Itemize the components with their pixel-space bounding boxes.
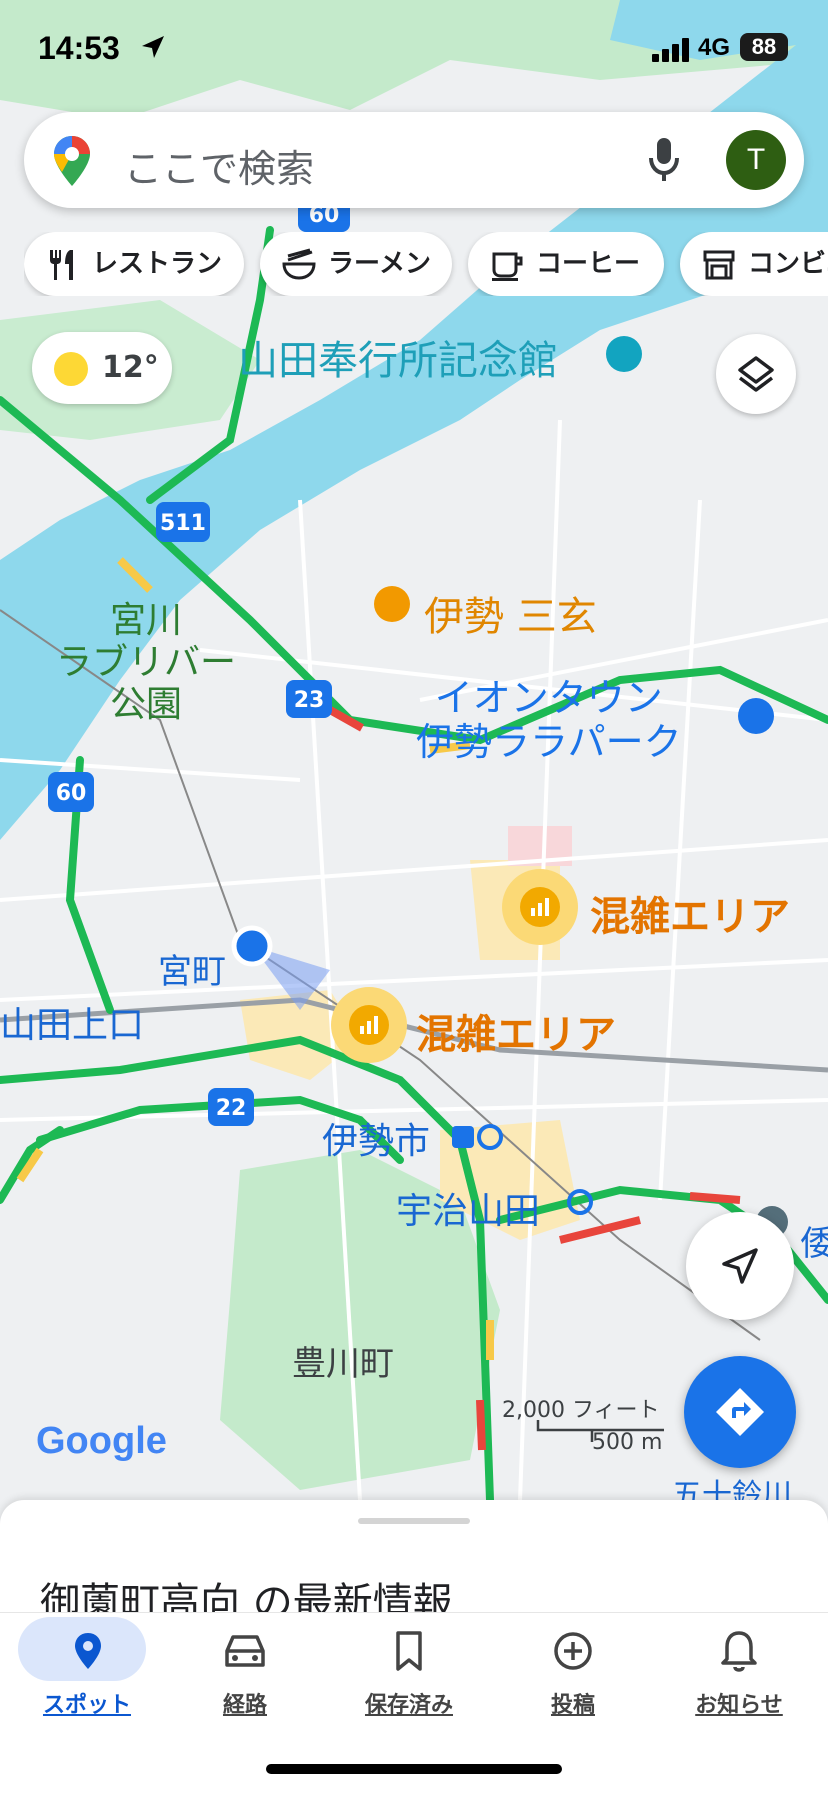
google-logo-text: Google bbox=[36, 1420, 167, 1462]
ramen-bowl-icon bbox=[282, 248, 316, 280]
svg-text:22: 22 bbox=[216, 1096, 247, 1121]
label-edge: 倭 bbox=[800, 1224, 828, 1264]
svg-text:23: 23 bbox=[294, 688, 325, 713]
tab-post[interactable]: 投稿 bbox=[498, 1613, 648, 1733]
tab-label: お知らせ bbox=[695, 1693, 783, 1718]
chip-coffee[interactable]: コーヒー bbox=[468, 232, 664, 296]
chip-label: コンビニ bbox=[748, 249, 828, 279]
svg-text:60: 60 bbox=[56, 781, 87, 806]
label-iseshi[interactable]: 伊勢市 bbox=[322, 1112, 430, 1164]
svg-text:511: 511 bbox=[160, 511, 206, 536]
temperature: 12° bbox=[102, 350, 159, 385]
tab-label: 経路 bbox=[222, 1693, 267, 1718]
scale-meters: 500 m bbox=[592, 1430, 663, 1455]
chip-label: ラーメン bbox=[328, 249, 431, 279]
label-ujiyamada[interactable]: 宇治山田 bbox=[396, 1182, 540, 1234]
crowd-area-label-1[interactable]: 混雑エリア bbox=[590, 884, 790, 942]
tab-label: 投稿 bbox=[550, 1693, 595, 1718]
chip-ramen[interactable]: ラーメン bbox=[260, 232, 452, 296]
microphone-icon[interactable] bbox=[646, 136, 682, 184]
store-icon bbox=[703, 250, 735, 280]
sheet-handle[interactable] bbox=[358, 1518, 470, 1524]
layers-button[interactable] bbox=[716, 334, 796, 414]
tab-saved[interactable]: 保存済み bbox=[334, 1613, 484, 1733]
bookmark-icon bbox=[396, 1631, 422, 1671]
tab-route[interactable]: 経路 bbox=[170, 1613, 320, 1733]
location-arrow-icon bbox=[142, 36, 164, 58]
my-location-button[interactable] bbox=[686, 1212, 794, 1320]
label-miyamachi[interactable]: 宮町 bbox=[158, 944, 226, 993]
label-restaurant[interactable]: 伊勢 三玄 bbox=[424, 584, 597, 642]
avatar[interactable]: T bbox=[726, 130, 786, 190]
directions-icon bbox=[716, 1388, 764, 1436]
label-memorial[interactable]: 山田奉行所記念館 bbox=[238, 328, 558, 386]
google-logo: Google bbox=[36, 1420, 167, 1463]
status-time: 14:53 bbox=[38, 30, 120, 66]
sun-icon bbox=[54, 352, 88, 386]
directions-button[interactable] bbox=[684, 1356, 796, 1468]
cell-signal-icon bbox=[652, 38, 689, 62]
chip-convenience-store[interactable]: コンビニ bbox=[680, 232, 828, 296]
network-type: 4G bbox=[698, 34, 731, 61]
sheet-title: 御薗町高向 の最新情報 bbox=[40, 1580, 453, 1612]
home-indicator bbox=[266, 1764, 562, 1774]
weather-badge[interactable]: 12° bbox=[32, 332, 172, 404]
label-yamadakamiguchi[interactable]: 山田上口 bbox=[0, 996, 144, 1048]
tab-notifications[interactable]: お知らせ bbox=[664, 1613, 814, 1733]
search-placeholder[interactable]: ここで検索 bbox=[124, 138, 314, 193]
label-toyokawa: 豊川町 bbox=[292, 1344, 394, 1384]
label-mall[interactable]: イオンタウン 伊勢ララパーク bbox=[416, 676, 682, 764]
chip-restaurant[interactable]: レストラン bbox=[24, 232, 244, 296]
label-park[interactable]: 宮川 ラブリバー 公園 bbox=[56, 600, 236, 726]
coffee-cup-icon bbox=[492, 252, 523, 281]
navigation-arrow-icon bbox=[722, 1248, 758, 1284]
car-icon bbox=[225, 1635, 265, 1667]
crowd-area-label-2[interactable]: 混雑エリア bbox=[416, 1002, 616, 1060]
tab-label: 保存済み bbox=[364, 1693, 453, 1718]
tab-spot[interactable]: スポット bbox=[18, 1613, 172, 1733]
status-bar: 14:53 4G 88 bbox=[0, 0, 828, 100]
search-bar[interactable]: ここで検索 T bbox=[24, 112, 804, 208]
google-maps-pin-icon bbox=[54, 136, 90, 186]
battery-icon: 88 bbox=[740, 33, 788, 61]
label-isuzu: 五十鈴川 bbox=[672, 1478, 792, 1500]
map-scale: 2,000 フィート 500 m bbox=[496, 1392, 676, 1462]
pin-icon bbox=[75, 1633, 101, 1669]
layers-icon bbox=[738, 356, 774, 392]
fork-knife-icon bbox=[50, 250, 73, 280]
bottom-sheet[interactable]: 御薗町高向 の最新情報 bbox=[0, 1500, 828, 1612]
category-chips: レストラン ラーメン コーヒー コンビニ bbox=[24, 232, 828, 296]
bell-icon bbox=[721, 1631, 757, 1672]
chip-label: レストラン bbox=[92, 249, 223, 279]
tab-label: スポット bbox=[42, 1693, 131, 1718]
add-circle-icon bbox=[554, 1632, 592, 1670]
chip-label: コーヒー bbox=[536, 249, 641, 279]
